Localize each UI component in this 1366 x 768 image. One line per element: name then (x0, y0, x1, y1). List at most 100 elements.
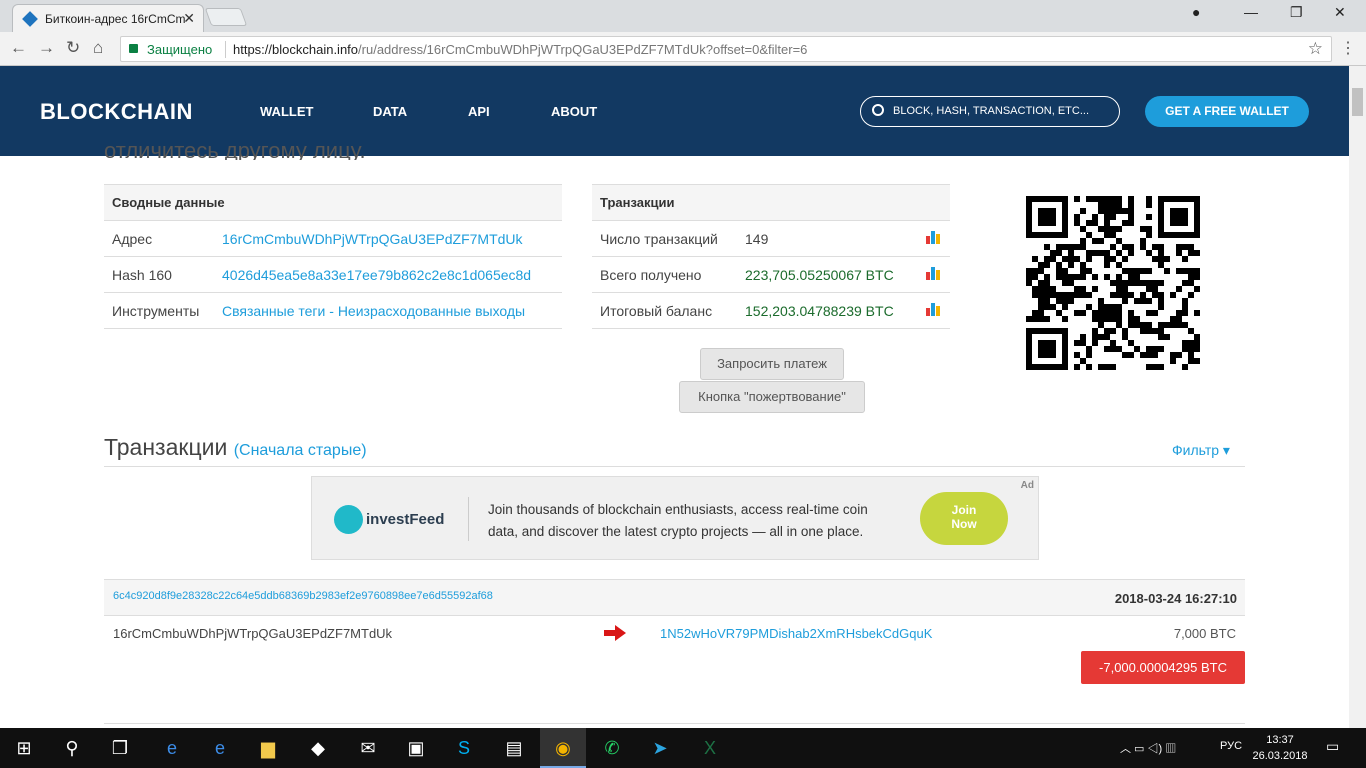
final-balance-value: 152,203.04788239 BTC (737, 292, 914, 329)
request-payment-button[interactable]: Запросить платеж (700, 348, 844, 380)
tx-from-address: 16rCmCmbuWDhPjWTrpQGaU3EPdZF7MTdUk (113, 626, 393, 641)
windows-start-icon[interactable]: ⊞ (12, 736, 36, 760)
telegram-icon[interactable]: ➤ (648, 736, 672, 760)
divider (104, 723, 1245, 724)
sort-order-link[interactable]: (Сначала старые) (234, 442, 367, 459)
table-row: Всего получено 223,705.05250067 BTC (592, 256, 950, 293)
store-icon[interactable]: ▣ (404, 736, 428, 760)
minimize-icon[interactable]: — (1244, 4, 1258, 20)
table-row: Hash 160 4026d45ea5e8a33e17ee79b862c2e8c… (104, 256, 562, 293)
browser-tab[interactable]: Биткоин-адрес 16rCmCmbuWDhPjWTrpQGaU3EPd… (12, 4, 204, 32)
nav-data[interactable]: DATA (373, 104, 407, 119)
ad-banner[interactable]: Ad investFeed Join thousands of blockcha… (311, 476, 1039, 560)
whatsapp-icon[interactable]: ✆ (600, 736, 624, 760)
profile-icon[interactable]: ● (1192, 4, 1200, 20)
lock-icon (129, 44, 138, 53)
donation-button[interactable]: Кнопка "пожертвование" (679, 381, 865, 413)
skype-icon[interactable]: S (452, 736, 476, 760)
browser-tabstrip: Биткоин-адрес 16rCmCmbuWDhPjWTrpQGaU3EPd… (0, 0, 1366, 32)
internet-explorer-icon[interactable]: e (208, 736, 232, 760)
get-free-wallet-button[interactable]: GET A FREE WALLET (1145, 96, 1309, 127)
file-explorer-icon[interactable]: ▆ (256, 736, 280, 760)
final-balance-label: Итоговый баланс (592, 292, 737, 329)
tx-amount: 7,000 BTC (1173, 626, 1236, 641)
tx-hash-link[interactable]: 6c4c920d8f9e28328c22c64e5ddb68369b2983ef… (113, 590, 493, 602)
address-bar[interactable]: Защищено https://blockchain.info/ru/addr… (120, 36, 1332, 62)
tx-total-badge[interactable]: -7,000.00004295 BTC (1081, 651, 1245, 684)
browser-menu-icon[interactable]: ⋮ (1340, 38, 1356, 58)
summary-table: Сводные данные Адрес 16rCmCmbuWDhPjWTrpQ… (104, 184, 562, 329)
language-indicator[interactable]: РУС (1220, 740, 1242, 752)
reload-icon[interactable]: ↻ (66, 38, 80, 58)
blockchain-favicon-icon (22, 11, 38, 27)
search-icon (872, 104, 884, 116)
transaction-item: 6c4c920d8f9e28328c22c64e5ddb68369b2983ef… (104, 579, 1245, 616)
page-scrollbar[interactable] (1349, 66, 1366, 728)
ad-brand: investFeed (366, 511, 445, 528)
windows-taskbar: ⊞ ⚲ ❐ e e ▆ ◆ ✉ ▣ S ▤ ◉ ✆ ➤ X ︿ ▭ ◁) ▥ Р… (0, 728, 1366, 768)
mail-icon[interactable]: ✉ (356, 736, 380, 760)
restore-icon[interactable]: ❐ (1290, 4, 1303, 21)
edge-icon[interactable]: e (160, 736, 184, 760)
scrollbar-thumb[interactable] (1352, 88, 1363, 116)
table-row: Адрес 16rCmCmbuWDhPjWTrpQGaU3EPdZF7MTdUk (104, 220, 562, 257)
tx-count-label: Число транзакций (592, 220, 737, 257)
transactions-heading: Транзакции (Сначала старые) (104, 434, 367, 460)
bookmark-star-icon[interactable]: ☆ (1308, 39, 1323, 59)
chart-icon[interactable] (926, 266, 942, 280)
tray-icons[interactable]: ︿ ▭ ◁) ▥ (1120, 740, 1176, 756)
total-received-value: 223,705.05250067 BTC (737, 256, 914, 293)
unspent-outputs-link[interactable]: Неизрасходованные выходы (338, 303, 525, 319)
tools-dash: - (325, 302, 338, 319)
table-row: Инструменты Связанные теги - Неизрасходо… (104, 292, 562, 329)
url-text[interactable]: https://blockchain.info/ru/address/16rCm… (233, 42, 807, 57)
hash160-link[interactable]: 4026d45ea5e8a33e17ee79b862c2e8c1d065ec8d (222, 267, 531, 283)
divider (225, 41, 226, 58)
cut-off-heading: отличитесь другому лицу. (104, 138, 366, 160)
transaction-header: 6c4c920d8f9e28328c22c64e5ddb68369b2983ef… (104, 579, 1245, 616)
join-now-button[interactable]: Join Now (920, 492, 1008, 545)
transactions-summary-table: Транзакции Число транзакций 149 Всего по… (592, 184, 950, 329)
table-row: Итоговый баланс 152,203.04788239 BTC (592, 292, 950, 329)
app-icon[interactable]: ◆ (306, 736, 330, 760)
transactions-summary-title: Транзакции (592, 184, 950, 221)
app-icon[interactable]: ▤ (502, 736, 526, 760)
ad-tag: Ad (1020, 480, 1034, 491)
address-label: Адрес (104, 220, 214, 257)
excel-icon[interactable]: X (698, 736, 722, 760)
close-window-icon[interactable]: ✕ (1334, 4, 1346, 21)
search-placeholder: BLOCK, HASH, TRANSACTION, ETC... (893, 105, 1089, 117)
divider (468, 497, 469, 541)
tx-to-address-link[interactable]: 1N52wHoVR79PMDishab2XmRHsbekCdGquK (660, 626, 932, 641)
arrow-right-icon (604, 625, 626, 641)
tx-count-value: 149 (737, 220, 914, 257)
nav-wallet[interactable]: WALLET (260, 104, 313, 119)
chrome-icon[interactable]: ◉ (551, 736, 575, 760)
new-tab-button[interactable] (204, 8, 248, 26)
chart-icon[interactable] (926, 230, 942, 244)
browser-toolbar: ← → ↻ ⌂ Защищено https://blockchain.info… (0, 32, 1366, 66)
table-row: Число транзакций 149 (592, 220, 950, 257)
back-icon[interactable]: ← (10, 38, 27, 58)
tx-time: 2018-03-24 16:27:10 (1114, 591, 1237, 606)
ad-text: Join thousands of blockchain enthusiasts… (488, 502, 868, 539)
clock[interactable]: 13:37 26.03.2018 (1250, 732, 1310, 764)
total-received-label: Всего получено (592, 256, 737, 293)
qr-code (1026, 196, 1200, 370)
close-tab-icon[interactable]: ✕ (183, 10, 195, 27)
nav-about[interactable]: ABOUT (551, 104, 597, 119)
forward-icon[interactable]: → (38, 38, 55, 58)
notifications-icon[interactable]: ▭ (1326, 738, 1339, 755)
search-input[interactable]: BLOCK, HASH, TRANSACTION, ETC... (860, 96, 1120, 127)
home-icon[interactable]: ⌂ (93, 38, 103, 58)
filter-dropdown[interactable]: Фильтр ▾ (1172, 442, 1230, 459)
task-view-icon[interactable]: ❐ (108, 736, 132, 760)
divider (104, 466, 1245, 467)
chart-icon[interactable] (926, 302, 942, 316)
related-tags-link[interactable]: Связанные теги (222, 303, 325, 319)
nav-api[interactable]: API (468, 104, 490, 119)
address-link[interactable]: 16rCmCmbuWDhPjWTrpQGaU3EPdZF7MTdUk (222, 231, 523, 247)
blockchain-logo[interactable]: BLOCKCHAIN (40, 99, 193, 125)
tools-label: Инструменты (104, 292, 214, 329)
search-icon[interactable]: ⚲ (60, 736, 84, 760)
